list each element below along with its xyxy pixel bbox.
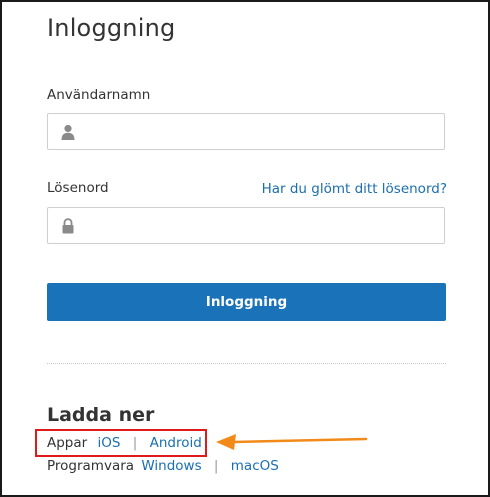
username-field[interactable] (47, 113, 445, 151)
forgot-password-link[interactable]: Har du glömt ditt lösenord? (262, 181, 447, 197)
username-input[interactable] (84, 114, 438, 151)
section-divider (47, 363, 446, 364)
page-title: Inloggning (47, 14, 176, 42)
apps-highlight-box (35, 429, 207, 457)
macos-link[interactable]: macOS (231, 458, 279, 474)
software-label: Programvara (47, 458, 135, 474)
windows-link[interactable]: Windows (141, 458, 201, 474)
username-label: Användarnamn (47, 87, 151, 103)
lock-icon (62, 218, 74, 234)
user-icon (61, 124, 75, 140)
password-label: Lösenord (47, 180, 109, 196)
software-row: Programvara Windows | macOS (47, 458, 279, 474)
downloads-title: Ladda ner (47, 404, 155, 426)
password-field[interactable] (47, 207, 445, 245)
separator: | (213, 458, 219, 474)
password-input[interactable] (84, 208, 438, 245)
login-button[interactable]: Inloggning (47, 283, 446, 321)
annotation-arrow-icon (216, 434, 368, 450)
